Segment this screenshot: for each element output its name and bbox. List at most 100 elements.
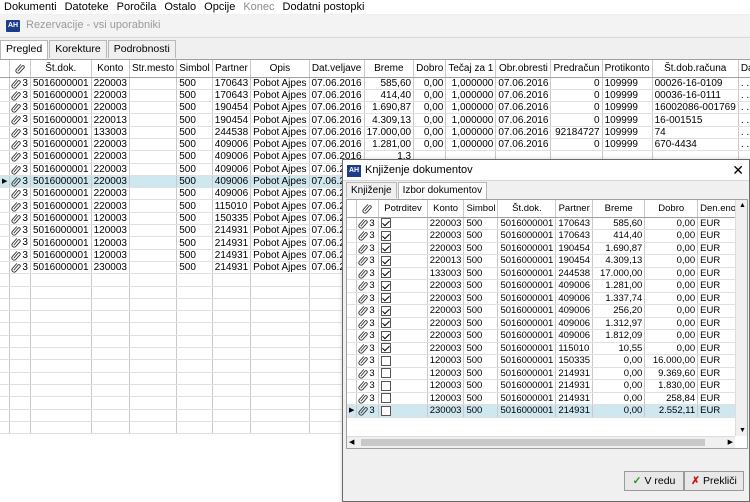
column-header[interactable]: Dobro: [413, 60, 447, 78]
column-header[interactable]: Predračun: [550, 60, 603, 78]
column-header[interactable]: Potrditev: [378, 200, 428, 218]
attachment-cell[interactable]: 3: [9, 212, 31, 226]
column-header[interactable]: Dobro: [644, 200, 699, 218]
column-header[interactable]: Opis: [250, 60, 310, 78]
attachment-cell[interactable]: 3: [9, 150, 31, 164]
column-header[interactable]: Konto: [427, 200, 465, 218]
scroll-thumb[interactable]: [361, 439, 705, 446]
table-row[interactable]: 3 220003 500 5016000001 409006 1.812,09 0,00 EU…: [347, 329, 747, 343]
attachment-cell[interactable]: 3: [9, 236, 31, 250]
confirm-checkbox[interactable]: [381, 368, 392, 379]
attachment-cell[interactable]: 3: [9, 187, 31, 201]
column-header[interactable]: Dat.veljave: [309, 60, 365, 78]
menu-item[interactable]: Poročila: [113, 0, 161, 14]
menu-item[interactable]: Datoteke: [61, 0, 113, 14]
attachment-cell[interactable]: 3: [356, 329, 380, 343]
column-header[interactable]: Simbol: [463, 200, 499, 218]
menu-item[interactable]: Konec: [239, 0, 278, 14]
confirm-checkbox[interactable]: [381, 380, 392, 391]
attachment-cell[interactable]: 3: [9, 77, 31, 90]
column-header[interactable]: Breme: [364, 60, 415, 78]
attachment-cell[interactable]: 3: [9, 199, 31, 213]
attachment-cell[interactable]: 3: [356, 254, 380, 268]
tab-knjizenje[interactable]: Knjiženje: [346, 182, 397, 198]
table-row[interactable]: 3 5016000001 220003 500 409006 Pobot Ajpes 07.…: [0, 138, 750, 152]
confirm-checkbox[interactable]: [381, 318, 392, 329]
menu-item[interactable]: Dokumenti: [0, 0, 61, 14]
table-row[interactable]: 3 120003 500 5016000001 214931 0,00 1.830,00 EU…: [347, 379, 747, 393]
attachment-cell[interactable]: 3: [356, 317, 380, 330]
column-header[interactable]: Partner: [555, 200, 594, 218]
attachment-cell[interactable]: 3: [356, 342, 380, 355]
confirm-checkbox[interactable]: [381, 405, 392, 416]
scroll-down-icon[interactable]: ▼: [739, 427, 746, 434]
table-row[interactable]: 3 120003 500 5016000001 150335 0,00 16.000,00 E…: [347, 354, 747, 368]
confirm-checkbox[interactable]: [381, 393, 392, 404]
attachment-cell[interactable]: 3: [9, 249, 31, 262]
attachment-cell[interactable]: 3: [356, 354, 380, 368]
attachment-cell[interactable]: 3: [9, 138, 31, 152]
table-row[interactable]: 3 133003 500 5016000001 244538 17.000,00 0,00 E…: [347, 267, 747, 280]
attachment-cell[interactable]: 3: [356, 379, 380, 393]
attachment-cell[interactable]: 3: [9, 175, 31, 189]
table-row[interactable]: 3 220003 500 5016000001 190454 1.690,87 0,00 EU…: [347, 242, 747, 255]
table-row[interactable]: 3 220003 500 5016000001 409006 1.337,74 0,00 EU…: [347, 292, 747, 305]
scroll-up-icon[interactable]: ▲: [739, 202, 746, 209]
column-header[interactable]: Dat.računa: [738, 60, 750, 78]
attachment-cell[interactable]: 3: [356, 229, 380, 243]
cancel-button[interactable]: ✗ Prekliči: [684, 471, 744, 491]
confirm-checkbox[interactable]: [381, 355, 392, 366]
tab-korekture[interactable]: Korekture: [49, 40, 107, 58]
column-header[interactable]: Breme: [592, 200, 646, 218]
close-icon[interactable]: ✕: [732, 162, 744, 178]
attachment-cell[interactable]: 3: [356, 404, 380, 418]
menu-item[interactable]: Dodatni postopki: [279, 0, 369, 14]
dialog-horizontal-scrollbar[interactable]: ◀ ▶: [347, 436, 735, 448]
table-row[interactable]: 3 220003 500 5016000001 115010 10,55 0,00 EUR: [347, 342, 747, 355]
column-header[interactable]: Partner: [212, 60, 252, 78]
tab-izbor-dokumentov[interactable]: Izbor dokumentov: [397, 182, 488, 200]
confirm-checkbox[interactable]: [381, 218, 392, 229]
column-header[interactable]: Št.dob.računa: [652, 60, 739, 78]
attachment-cell[interactable]: 3: [356, 267, 380, 280]
tab-podrobnosti[interactable]: Podrobnosti: [107, 40, 176, 58]
table-row[interactable]: 3 220003 500 5016000001 409006 1.312,97 0,00 EU…: [347, 317, 747, 330]
table-row[interactable]: 3 5016000001 133003 500 244538 Pobot Ajpes 07.…: [0, 126, 750, 139]
table-row[interactable]: ▶ 3 230003 500 5016000001 214931 0,00 2.552,11 E…: [347, 404, 747, 418]
confirm-checkbox[interactable]: [381, 305, 392, 316]
column-header[interactable]: Št.dok.: [30, 60, 92, 78]
table-row[interactable]: 3 220013 500 5016000001 190454 4.309,13 0,00 EU…: [347, 254, 747, 268]
attachment-header-icon[interactable]: [356, 200, 380, 218]
attachment-cell[interactable]: 3: [356, 292, 380, 305]
attachment-cell[interactable]: 3: [9, 261, 31, 275]
attachment-cell[interactable]: 3: [356, 367, 380, 380]
attachment-header-icon[interactable]: [9, 60, 31, 78]
attachment-cell[interactable]: 3: [9, 126, 31, 139]
confirm-checkbox[interactable]: [381, 330, 392, 341]
confirm-checkbox[interactable]: [381, 255, 392, 266]
attachment-cell[interactable]: 3: [9, 224, 31, 238]
column-header[interactable]: Konto: [91, 60, 130, 78]
column-header[interactable]: Protikonto: [602, 60, 653, 78]
confirm-checkbox[interactable]: [381, 280, 392, 291]
column-header[interactable]: Simbol: [176, 60, 213, 78]
table-row[interactable]: 3 120003 500 5016000001 214931 0,00 9.369,60 EU…: [347, 367, 747, 380]
table-row[interactable]: 3 5016000001 220013 500 190454 Pobot Ajpes 07.…: [0, 113, 750, 127]
table-row[interactable]: 3 5016000001 220003 500 170643 Pobot Ajpes 07.…: [0, 89, 750, 103]
table-row[interactable]: 3 220003 500 5016000001 170643 414,40 0,00 EUR: [347, 229, 747, 243]
confirm-checkbox[interactable]: [381, 343, 392, 354]
column-header[interactable]: Tečaj za 1: [445, 60, 497, 78]
attachment-cell[interactable]: 3: [356, 242, 380, 255]
menu-item[interactable]: Opcije: [200, 0, 239, 14]
attachment-cell[interactable]: 3: [9, 113, 31, 127]
table-row[interactable]: 3 5016000001 220003 500 190454 Pobot Ajpes 07.…: [0, 101, 750, 115]
attachment-cell[interactable]: 3: [9, 101, 31, 115]
column-header[interactable]: Str.mesto: [129, 60, 178, 78]
dialog-vertical-scrollbar[interactable]: ▲ ▼: [735, 200, 747, 436]
attachment-cell[interactable]: 3: [356, 217, 380, 230]
confirm-checkbox[interactable]: [381, 293, 392, 304]
scroll-right-icon[interactable]: ▶: [728, 438, 733, 446]
attachment-cell[interactable]: 3: [9, 163, 31, 176]
confirm-checkbox[interactable]: [381, 230, 392, 241]
column-header[interactable]: Št.dok.: [497, 200, 557, 218]
